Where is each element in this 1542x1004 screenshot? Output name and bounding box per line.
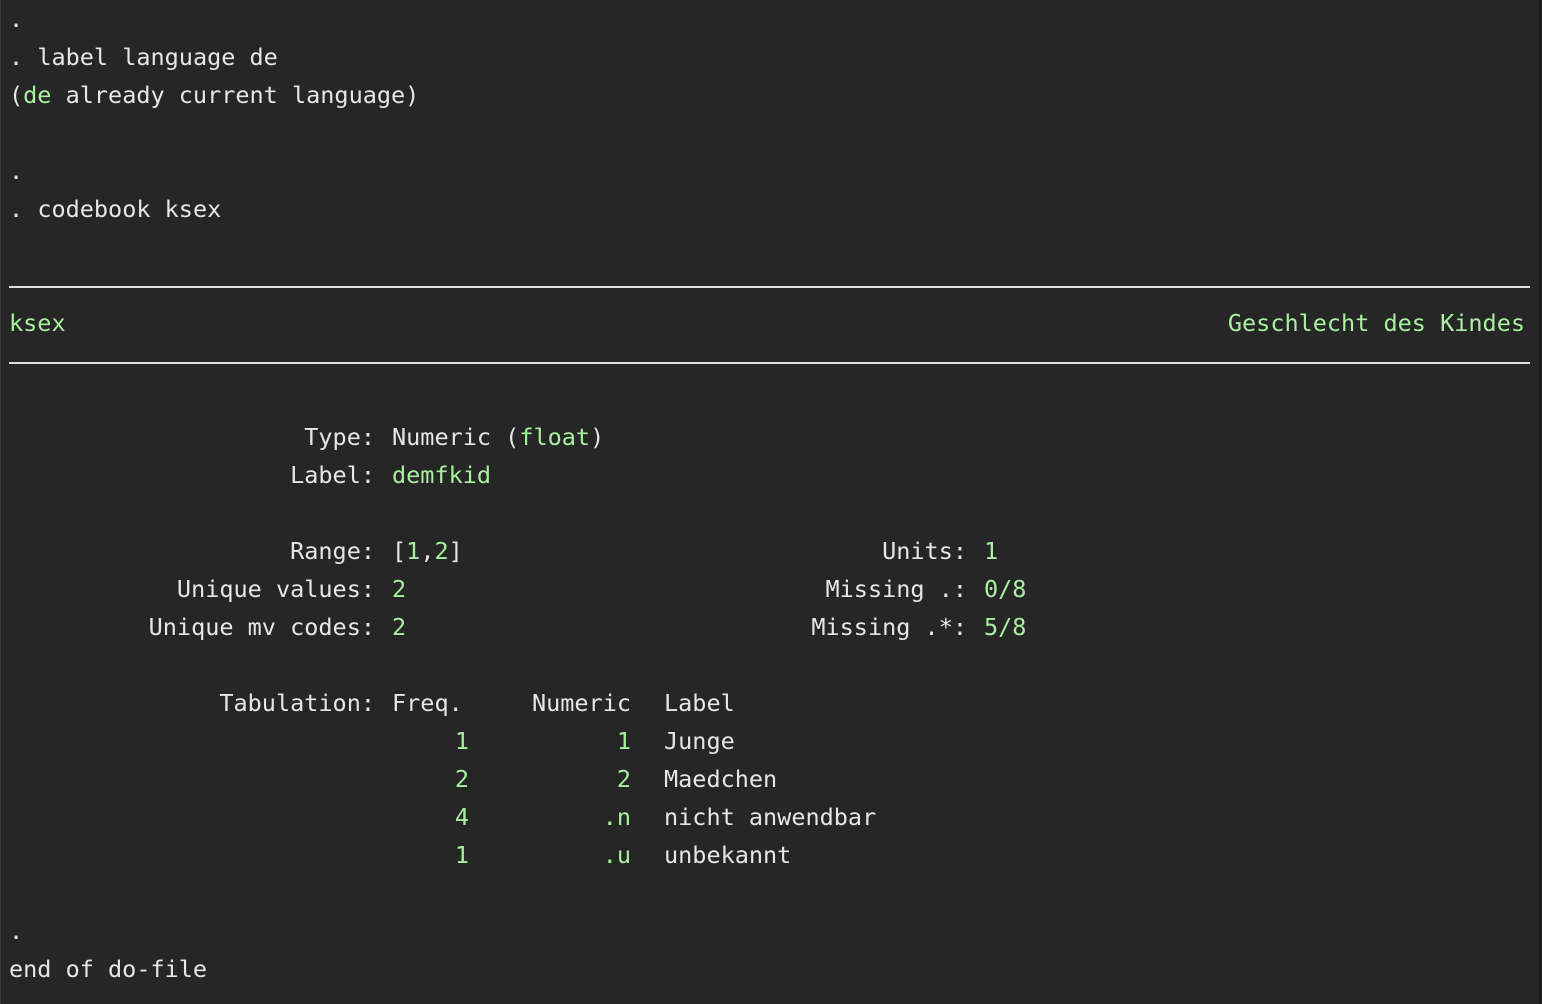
tab-row-freq: 1 (454, 727, 469, 755)
type-value-prefix: Numeric ( (392, 423, 520, 451)
storage-type: float (519, 423, 591, 451)
output-text: already current language) (51, 81, 420, 109)
unique-mv-codes-value: 2 (392, 613, 407, 641)
tab-header-numeric: Numeric (531, 689, 631, 717)
label-label: Label: (290, 461, 375, 489)
prompt-dot: . (9, 157, 24, 185)
prompt-dot: . (9, 195, 24, 223)
prompt-dot: . (9, 43, 24, 71)
range-value: [1,2] (392, 532, 463, 570)
range-open-bracket: [ (392, 537, 407, 565)
divider-bottom (9, 362, 1530, 364)
language-name: de (23, 81, 52, 109)
command-line: . label language de (9, 38, 278, 76)
command-text: label language de (37, 43, 278, 71)
unique-values-label: Unique values: (176, 575, 375, 603)
tab-row-freq: 4 (454, 803, 469, 831)
unique-values-value: 2 (392, 575, 407, 603)
output-line: (de already current language) (9, 76, 419, 114)
missing-dot-value: 0/8 (984, 575, 1027, 603)
type-value: Numeric (float) (392, 418, 604, 456)
command-line: . (9, 0, 23, 38)
value-label-name: demfkid (392, 461, 492, 489)
tab-row-freq: 1 (454, 841, 469, 869)
missing-dot-label: Missing .: (825, 575, 967, 603)
range-close-bracket: ] (448, 537, 463, 565)
range-comma: , (420, 537, 435, 565)
command-line: . (9, 152, 23, 190)
stata-results-window: . . label language de (de already curren… (0, 0, 1541, 1004)
command-line: . codebook ksex (9, 190, 221, 228)
tab-header-label: Label (664, 689, 735, 717)
tab-row-numeric: 1 (616, 727, 631, 755)
divider-top (9, 286, 1530, 288)
unique-mv-codes-label: Unique mv codes: (148, 613, 375, 641)
range-max: 2 (434, 537, 449, 565)
missing-star-label: Missing .*: (811, 613, 967, 641)
tab-row-numeric: .n (602, 803, 631, 831)
end-of-do-file: end of do-file (9, 955, 208, 983)
prompt-dot: . (9, 5, 24, 33)
tab-header-freq: Freq. (392, 689, 463, 717)
tab-row-freq: 2 (454, 765, 469, 793)
variable-name: ksex (9, 309, 66, 337)
tab-row-label: Junge (664, 727, 735, 755)
prompt-dot: . (9, 917, 24, 945)
variable-label: Geschlecht des Kindes (1227, 309, 1525, 337)
tab-row-numeric: 2 (616, 765, 631, 793)
type-value-suffix: ) (590, 423, 605, 451)
tab-row-label: nicht anwendbar (664, 803, 877, 831)
missing-star-value: 5/8 (984, 613, 1027, 641)
range-min: 1 (406, 537, 421, 565)
units-value: 1 (984, 537, 999, 565)
tabulation-label: Tabulation: (219, 689, 375, 717)
type-label: Type: (304, 423, 375, 451)
range-label: Range: (290, 537, 375, 565)
command-text: codebook ksex (37, 195, 222, 223)
tab-row-label: unbekannt (664, 841, 792, 869)
tab-row-label: Maedchen (664, 765, 778, 793)
paren-open: ( (9, 81, 24, 109)
tab-row-numeric: .u (602, 841, 631, 869)
units-label: Units: (882, 537, 967, 565)
